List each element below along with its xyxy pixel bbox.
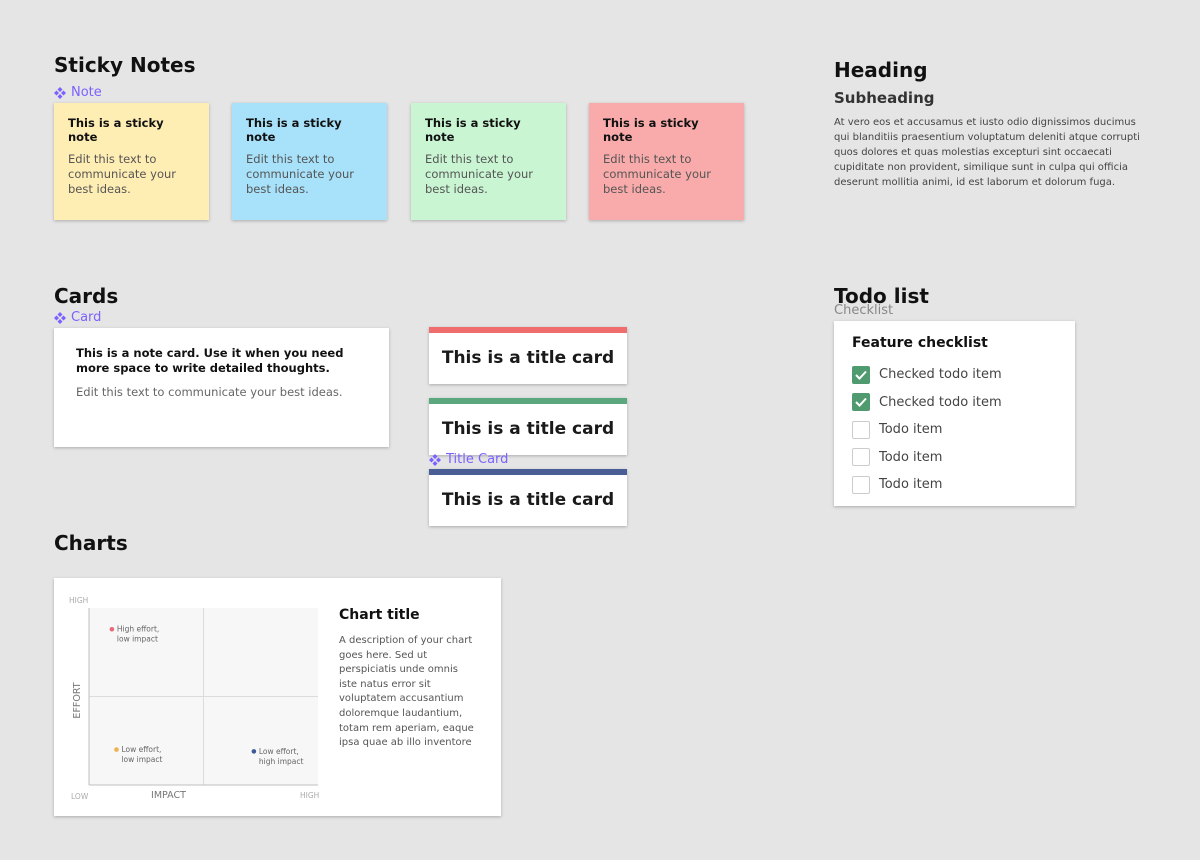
cards-title: Cards (54, 284, 119, 308)
title-card-blue[interactable]: This is a title card (429, 469, 627, 526)
sticky-note-title: This is a sticky note (603, 116, 699, 144)
note-card[interactable]: This is a note card. Use it when you nee… (54, 328, 389, 447)
sticky-note-blue[interactable]: This is a sticky note Edit this text to … (232, 103, 387, 220)
sticky-note-body: Edit this text to communicate your best … (68, 152, 177, 196)
chart-point-label: Low effort, low impact (121, 745, 162, 764)
chart-title: Chart title (339, 607, 420, 623)
title-card-text: This is a title card (441, 490, 615, 510)
title-card-green[interactable]: This is a title card (429, 398, 627, 455)
title-card-text: This is a title card (441, 348, 615, 368)
sticky-notes-title: Sticky Notes (54, 53, 196, 77)
todo-item-label: Checked todo item (879, 367, 1002, 383)
todo-item-label: Checked todo item (879, 394, 1002, 410)
title-card-text: This is a title card (441, 419, 615, 439)
component-icon (54, 86, 66, 99)
charts-title: Charts (54, 531, 128, 555)
note-component-label-text: Note (71, 85, 102, 100)
todo-item[interactable]: Todo item (852, 444, 1057, 472)
chart-point (114, 747, 119, 752)
checkbox-unchecked-icon[interactable] (852, 475, 870, 494)
todo-item-label: Todo item (879, 477, 943, 493)
note-card-title: This is a note card. Use it when you nee… (76, 346, 344, 375)
sticky-note-green[interactable]: This is a sticky note Edit this text to … (411, 103, 566, 220)
sticky-note-body: Edit this text to communicate your best … (425, 152, 534, 196)
card-component-label: Card (54, 310, 101, 325)
component-icon (54, 311, 66, 324)
note-card-body: Edit this text to communicate your best … (76, 385, 343, 399)
todo-item[interactable]: Checked todo item (852, 389, 1057, 417)
note-component-label: Note (54, 85, 102, 100)
todo-card: Feature checklist Checked todo item Check… (834, 321, 1075, 506)
chart-point (251, 749, 257, 754)
chart-x-tick-high: HIGH (300, 791, 319, 800)
component-icon (429, 453, 441, 466)
title-card-component-label: Title Card (429, 452, 508, 467)
chart-description: A description of your chart goes here. S… (339, 635, 474, 749)
sticky-note-yellow[interactable]: This is a sticky note Edit this text to … (54, 103, 209, 220)
heading-text: Heading (834, 58, 928, 82)
title-card-component-label-text: Title Card (446, 452, 509, 467)
checklist-component-label: Checklist (834, 303, 894, 318)
chart-card[interactable]: HIGH LOW HIGH IMPACT EFFORT High effort, low i… (54, 578, 501, 816)
sticky-note-title: This is a sticky note (68, 116, 164, 144)
checkbox-checked-icon[interactable] (852, 365, 870, 384)
title-card-red[interactable]: This is a title card (429, 327, 627, 384)
chart-x-tick-low: LOW (71, 792, 89, 801)
chart-point-label: High effort, low impact (117, 625, 159, 644)
todo-card-title: Feature checklist (852, 335, 988, 351)
chart-y-axis-label: EFFORT (72, 682, 83, 718)
checkbox-checked-icon[interactable] (852, 393, 870, 412)
todo-item-label: Todo item (879, 422, 943, 438)
checkbox-unchecked-icon[interactable] (852, 420, 870, 439)
todo-items: Checked todo item Checked todo item Todo i… (852, 361, 1057, 499)
sticky-note-title: This is a sticky note (246, 116, 342, 144)
heading-paragraph: At vero eos et accusamus et iusto odio d… (834, 117, 1140, 188)
sticky-note-body: Edit this text to communicate your best … (246, 152, 355, 196)
card-component-label-text: Card (71, 310, 102, 325)
chart-x-axis-label: IMPACT (151, 790, 186, 801)
todo-item[interactable]: Todo item (852, 416, 1057, 444)
checkbox-unchecked-icon[interactable] (852, 448, 870, 467)
todo-item[interactable]: Checked todo item (852, 361, 1057, 389)
todo-item[interactable]: Todo item (852, 471, 1057, 499)
chart-point (109, 626, 115, 632)
chart-point-label: Low effort, high impact (259, 747, 304, 766)
sticky-note-body: Edit this text to communicate your best … (603, 152, 712, 196)
chart-y-tick-high: HIGH (69, 596, 88, 605)
sticky-note-red[interactable]: This is a sticky note Edit this text to … (589, 103, 744, 220)
subheading-text: Subheading (834, 89, 935, 107)
todo-item-label: Todo item (879, 449, 943, 465)
sticky-note-title: This is a sticky note (425, 116, 521, 144)
